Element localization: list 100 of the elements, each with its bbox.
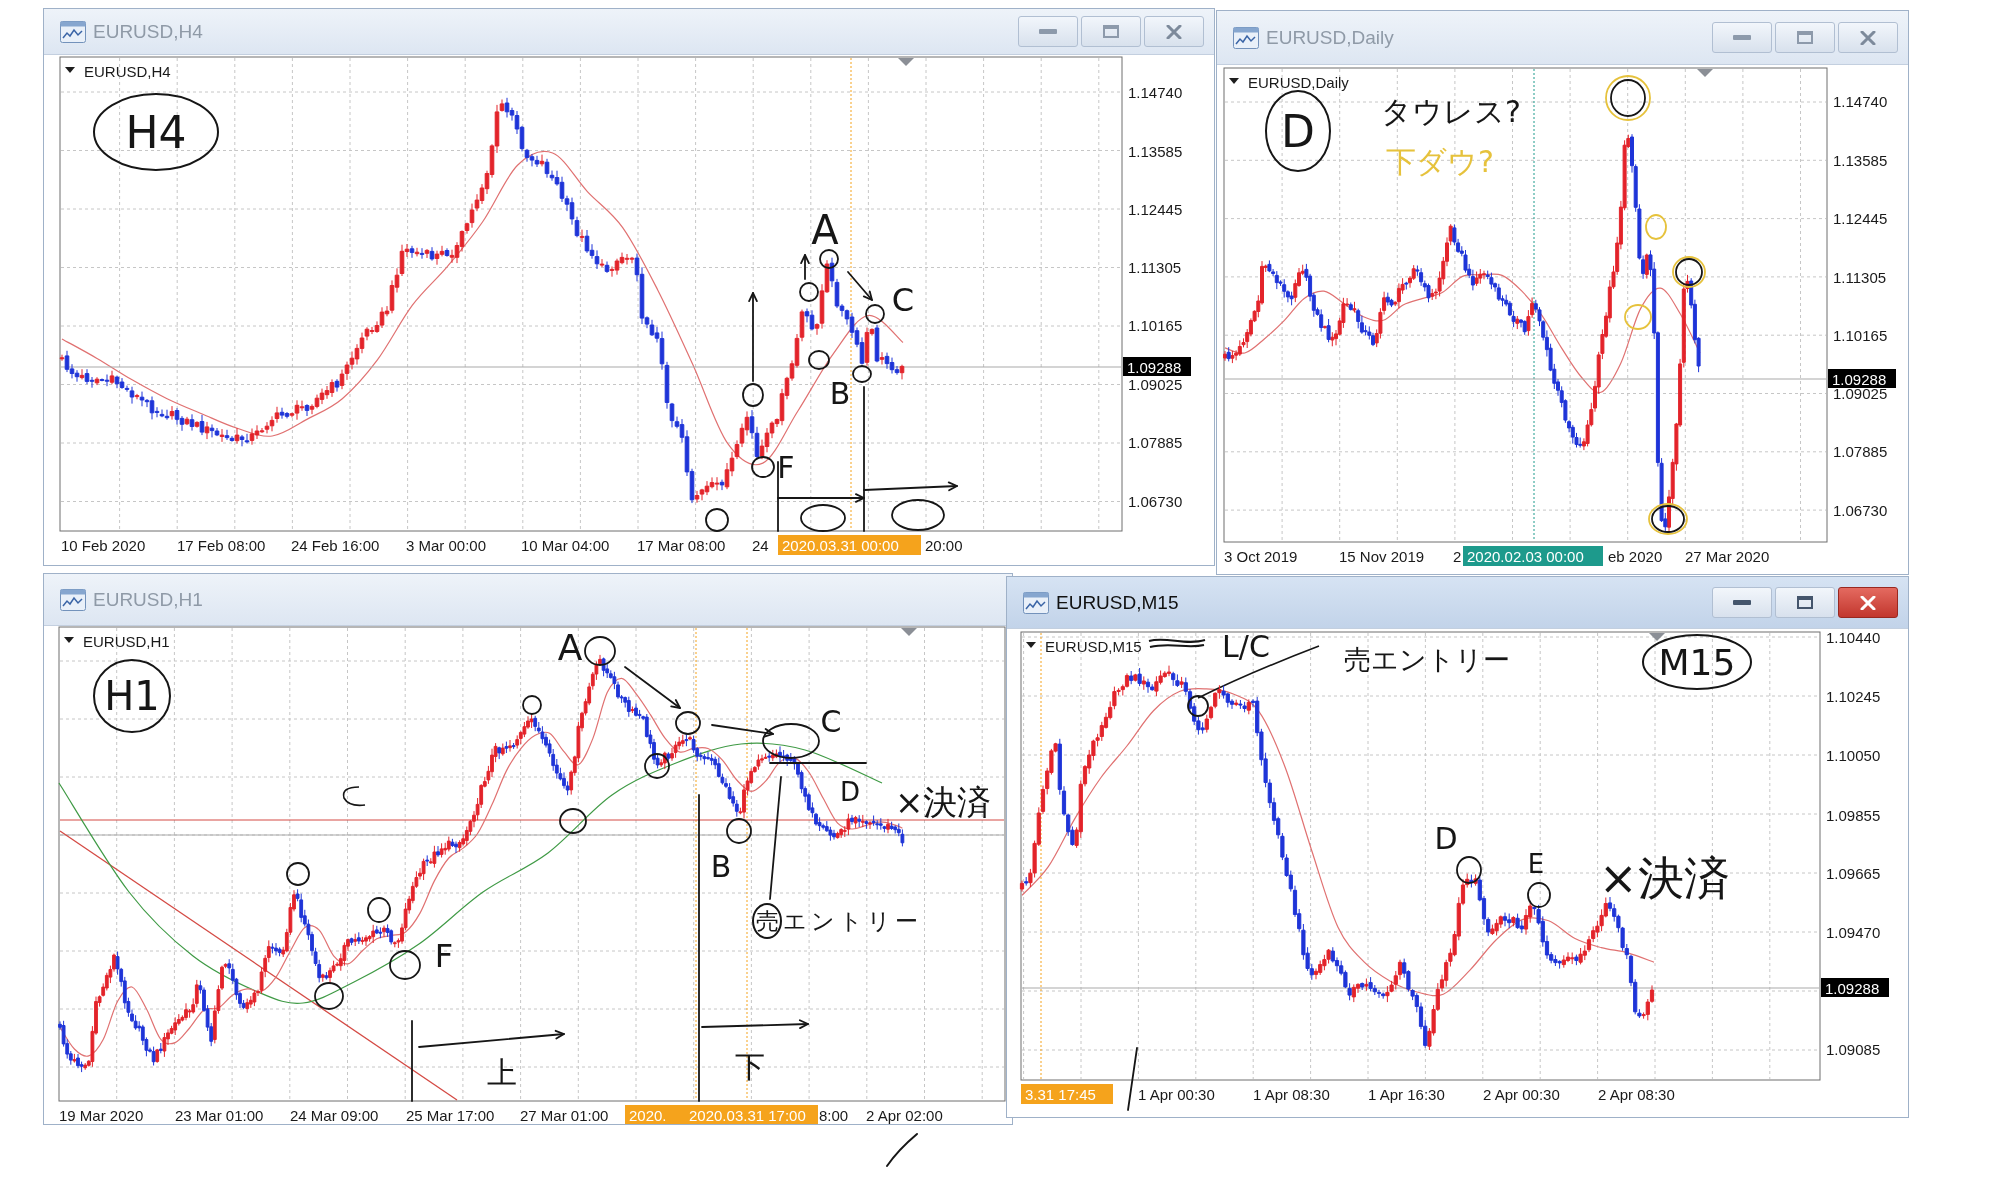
hand-drawn-circle bbox=[559, 808, 587, 834]
minimize-icon bbox=[1733, 35, 1751, 40]
handwritten-note: 売エントリー bbox=[1344, 643, 1510, 675]
handwritten-note: 下 bbox=[735, 1048, 765, 1084]
price-axis-label: 1.06730 bbox=[1128, 492, 1183, 510]
hand-drawn-circle bbox=[367, 897, 391, 923]
price-axis-label: 1.14740 bbox=[1128, 83, 1183, 101]
close-button[interactable] bbox=[1838, 587, 1898, 618]
hand-drawn-circle bbox=[1187, 695, 1209, 717]
handwritten-note: D bbox=[840, 777, 860, 807]
handwritten-note: A bbox=[557, 626, 583, 668]
crosshair-time-tag: 2020.03.31 00:00 bbox=[778, 535, 921, 555]
price-axis-label: 1.10245 bbox=[1826, 688, 1881, 705]
hand-drawn-arc bbox=[342, 786, 366, 807]
time-axis-label: 8:00 bbox=[819, 1106, 849, 1124]
price-axis-label: 1.11305 bbox=[1833, 268, 1887, 286]
dropdown-triangle-icon bbox=[65, 67, 75, 73]
window-title: EURUSD,H1 bbox=[93, 588, 203, 611]
price-axis-label: 1.13585 bbox=[1833, 152, 1888, 170]
handwritten-note: 下ダウ? bbox=[1386, 143, 1494, 179]
time-axis-label: 15 Nov 2019 bbox=[1339, 547, 1425, 565]
price-axis-label: 1.10440 bbox=[1826, 629, 1881, 646]
chart-shift-marker-icon bbox=[898, 58, 914, 66]
hand-drawn-circle bbox=[286, 862, 310, 886]
time-axis-label: 10 Mar 04:00 bbox=[521, 536, 610, 554]
time-axis-label: 27 Mar 2020 bbox=[1685, 547, 1770, 565]
circled-note: D bbox=[1265, 90, 1331, 172]
hand-drawn-line bbox=[1127, 1047, 1138, 1111]
handwritten-note: F bbox=[434, 937, 454, 975]
time-axis-label: 17 Mar 08:00 bbox=[637, 536, 726, 554]
handwritten-note: C bbox=[820, 703, 842, 739]
hand-drawn-circle bbox=[1456, 856, 1482, 884]
dropdown-triangle-icon bbox=[64, 637, 74, 643]
crosshair-time-tag: 3.31 17:45 bbox=[1021, 1084, 1113, 1104]
maximize-icon bbox=[1103, 25, 1119, 38]
hand-drawn-circle bbox=[1645, 214, 1667, 240]
hand-drawn-circle bbox=[799, 282, 819, 302]
price-axis-label: 1.10050 bbox=[1826, 747, 1881, 765]
minimize-icon bbox=[1733, 600, 1751, 605]
price-axis-label: 1.07885 bbox=[1833, 443, 1888, 461]
hand-drawn-circle bbox=[705, 508, 729, 532]
price-axis-label: 1.09025 bbox=[1128, 375, 1183, 393]
close-button[interactable] bbox=[1144, 16, 1204, 47]
dropdown-triangle-icon bbox=[1026, 642, 1036, 648]
current-price-tag: 1.09288 bbox=[1828, 369, 1896, 388]
time-axis-label: 2 Apr 00:30 bbox=[1483, 1085, 1560, 1103]
circled-note: H1 bbox=[93, 659, 171, 733]
hand-drawn-circle bbox=[852, 365, 872, 383]
hand-drawn-arrow bbox=[624, 666, 681, 709]
chart-shift-marker-icon bbox=[1649, 633, 1665, 641]
handwritten-note: ×決済 bbox=[895, 782, 992, 822]
maximize-button[interactable] bbox=[1775, 587, 1835, 618]
handwritten-note: C bbox=[891, 281, 915, 319]
window-title: EURUSD,M15 bbox=[1056, 591, 1179, 614]
handwritten-note: L/C bbox=[1222, 629, 1270, 664]
hand-drawn-circle bbox=[762, 723, 820, 759]
time-axis-label: 2 Apr 08:30 bbox=[1598, 1085, 1675, 1103]
time-axis-label: 2 bbox=[1453, 547, 1462, 565]
hand-drawn-circle bbox=[891, 499, 945, 531]
price-axis-label: 1.09665 bbox=[1826, 864, 1881, 882]
time-axis-label: 1 Apr 08:30 bbox=[1253, 1085, 1330, 1103]
hand-drawn-arrow bbox=[800, 254, 810, 280]
circled-note: 売エントリー bbox=[752, 903, 922, 939]
price-axis-label: 1.12445 bbox=[1833, 210, 1888, 228]
chart-shift-marker-icon bbox=[1697, 69, 1713, 77]
hand-drawn-circle bbox=[389, 950, 421, 980]
time-axis-label: 1 Apr 00:30 bbox=[1138, 1085, 1215, 1103]
price-axis-label: 1.10165 bbox=[1128, 317, 1183, 335]
hand-drawn-circle bbox=[675, 711, 701, 735]
minimize-button[interactable] bbox=[1712, 587, 1772, 618]
price-axis-label: 1.09085 bbox=[1826, 1041, 1881, 1059]
dropdown-triangle-icon bbox=[1229, 78, 1239, 84]
price-axis-label: 1.12445 bbox=[1128, 201, 1183, 218]
close-button[interactable] bbox=[1838, 22, 1898, 53]
chart-symbol-label: EURUSD,H1 bbox=[83, 632, 170, 650]
crosshair-time-tag: 2020. bbox=[625, 1105, 687, 1124]
hand-drawn-circle bbox=[522, 695, 542, 715]
hand-drawn-circle bbox=[584, 636, 616, 666]
hand-drawn-circle bbox=[819, 249, 839, 269]
time-axis-label: 20:00 bbox=[925, 536, 963, 554]
current-price-tag: 1.09288 bbox=[1821, 978, 1889, 997]
hand-drawn-circle bbox=[751, 456, 775, 478]
handwritten-note: ×決済 bbox=[1599, 851, 1730, 905]
hand-drawn-arrow bbox=[711, 724, 774, 738]
hand-drawn-circle bbox=[644, 753, 670, 779]
handwritten-note: タウレス? bbox=[1381, 93, 1521, 129]
handwritten-note: D bbox=[1434, 820, 1458, 856]
hand-drawn-scribble bbox=[1148, 638, 1206, 648]
time-axis-label: 23 Mar 01:00 bbox=[175, 1106, 264, 1124]
time-axis-label: eb 2020 bbox=[1608, 547, 1663, 565]
handwritten-note: 上 bbox=[487, 1054, 517, 1090]
time-axis-label: 27 Mar 01:00 bbox=[520, 1106, 609, 1124]
hand-drawn-circle bbox=[1624, 304, 1652, 330]
time-axis-label: 17 Feb 08:00 bbox=[177, 536, 266, 554]
chart-symbol-label: EURUSD,Daily bbox=[1248, 73, 1349, 91]
handwritten-note: B bbox=[829, 375, 851, 411]
hand-drawn-circle bbox=[800, 504, 846, 532]
time-axis-label: 24 Mar 09:00 bbox=[290, 1106, 379, 1124]
price-axis-label: 1.11305 bbox=[1128, 259, 1182, 277]
chart-symbol-label: EURUSD,M15 bbox=[1045, 637, 1142, 655]
